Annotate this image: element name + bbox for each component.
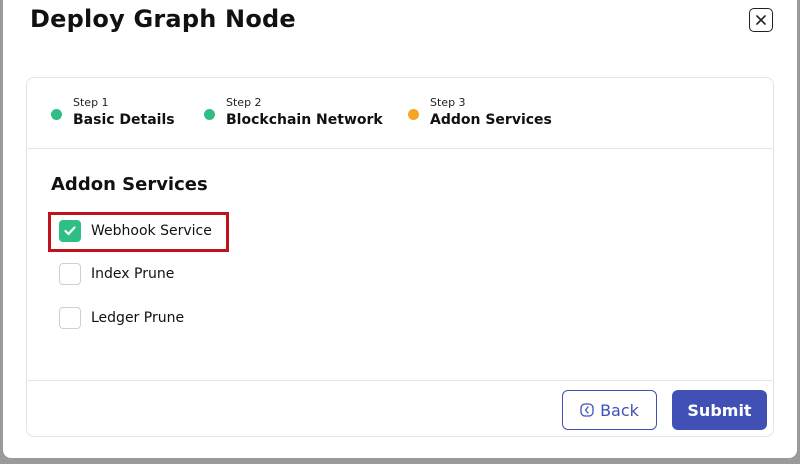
option-label: Ledger Prune (91, 310, 185, 326)
close-button[interactable] (749, 8, 773, 32)
stepper: Step 1 Basic Details Step 2 Blockchain N… (27, 78, 773, 149)
step-2: Step 2 Blockchain Network (204, 96, 383, 130)
step-status-dot (51, 109, 62, 120)
close-icon (756, 15, 766, 25)
section-title: Addon Services (51, 174, 208, 195)
submit-label: Submit (687, 400, 752, 420)
index-prune-checkbox[interactable] (59, 263, 81, 285)
deploy-graph-node-modal: Deploy Graph Node Step 1 Basic Details S… (3, 0, 797, 458)
step-label: Addon Services (430, 112, 552, 128)
option-ledger-prune[interactable]: Ledger Prune (59, 307, 184, 329)
step-1: Step 1 Basic Details (51, 96, 175, 130)
step-number: Step 1 (73, 96, 109, 109)
option-label: Index Prune (91, 266, 175, 282)
step-number: Step 3 (430, 96, 466, 109)
back-label: Back (600, 400, 639, 420)
step-status-dot (408, 109, 419, 120)
step-number: Step 2 (226, 96, 262, 109)
option-index-prune[interactable]: Index Prune (59, 263, 174, 285)
step-3: Step 3 Addon Services (408, 96, 552, 130)
wizard-card: Step 1 Basic Details Step 2 Blockchain N… (26, 77, 774, 437)
step-status-dot (204, 109, 215, 120)
footer-divider (27, 380, 773, 381)
highlight-annotation (48, 212, 229, 252)
modal-title: Deploy Graph Node (30, 5, 296, 33)
ledger-prune-checkbox[interactable] (59, 307, 81, 329)
step-label: Blockchain Network (226, 112, 383, 128)
step-label: Basic Details (73, 112, 175, 128)
back-button[interactable]: Back (562, 390, 657, 430)
back-icon (580, 403, 594, 417)
submit-button[interactable]: Submit (672, 390, 767, 430)
